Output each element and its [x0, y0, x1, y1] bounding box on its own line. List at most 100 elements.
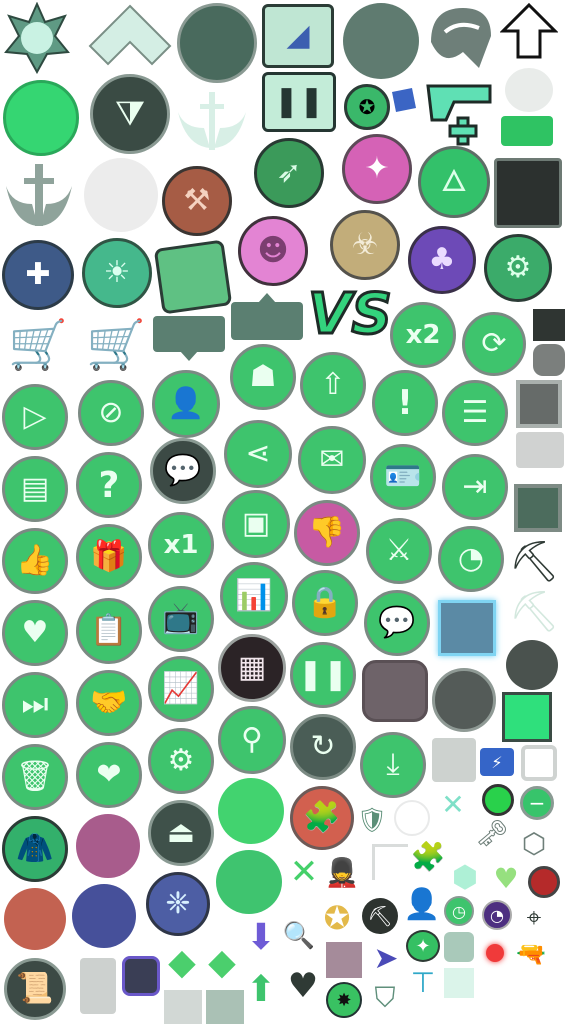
chat-button[interactable]: 💬 [150, 438, 216, 504]
round-button-gray[interactable] [432, 668, 496, 732]
download-button[interactable]: ⤓ [360, 732, 426, 798]
crossed-swords-button[interactable]: ⚔ [366, 518, 432, 584]
round-button-magenta[interactable] [76, 814, 140, 878]
heart-share-button[interactable]: ❤ [76, 742, 142, 808]
thumb-up-button[interactable]: 👍 [2, 528, 68, 594]
round-button-dark[interactable] [177, 3, 257, 83]
tree-button[interactable]: ♣ [408, 226, 476, 294]
grid-button[interactable]: ▦ [218, 634, 286, 702]
exclamation-button[interactable]: ! [372, 370, 438, 436]
bow-button[interactable]: ➶ [254, 138, 324, 208]
cart-star-outline-icon[interactable]: 🛒 [80, 312, 152, 376]
share-button[interactable]: ⋖ [224, 420, 292, 488]
restart-icon: ↻ [310, 729, 336, 764]
shield-badge-button[interactable]: ✸ [326, 982, 362, 1018]
star-shield-icon: ⛉ [374, 981, 396, 1014]
green-frame-square[interactable] [514, 484, 562, 532]
mech-arm-button[interactable]: ⚒ [162, 166, 232, 236]
clipboard-button[interactable]: 📋 [76, 598, 142, 664]
chat-green-button[interactable]: 💬 [364, 590, 430, 656]
x1-button[interactable]: x1 [148, 512, 214, 578]
scroll-info-button[interactable]: 📜 [4, 958, 66, 1020]
indigo-frame[interactable] [122, 956, 160, 996]
crossed-x-icon: ✕ [441, 787, 465, 821]
bow-icon: ➶ [276, 155, 302, 190]
heal-wings-button[interactable]: ✚ [2, 240, 74, 310]
bright-green-square[interactable] [502, 692, 552, 742]
hammer-totem-button[interactable]: ⚙ [484, 234, 552, 302]
gift-button[interactable]: 🎁 [76, 524, 142, 590]
play-button[interactable]: ▷ [2, 384, 68, 450]
selection-frame[interactable] [438, 600, 496, 656]
magic-star-button[interactable]: ✦ [342, 134, 412, 204]
skip-button[interactable]: ⏭ [2, 672, 68, 738]
round-button-indigo[interactable] [72, 884, 136, 948]
upgrade-button[interactable]: ⇧ [300, 352, 366, 418]
list-button[interactable]: ☰ [442, 380, 508, 446]
line-chart-icon: 📈 [162, 671, 200, 706]
x2-button[interactable]: x2 [390, 302, 456, 368]
rank-chevron-icon [88, 4, 172, 66]
bar-chart-button[interactable]: 📊 [220, 562, 288, 630]
exit-button[interactable]: ⇥ [442, 454, 508, 520]
sun-gear-button[interactable]: ☀ [82, 238, 152, 308]
pickaxe-button[interactable]: ⛏ [362, 898, 398, 934]
jacket-button[interactable]: 🧥 [2, 816, 68, 882]
filter-button[interactable]: ⧩ [90, 74, 170, 154]
heart-button[interactable]: ♥ [2, 600, 68, 666]
thumb-down-button[interactable]: 👎 [294, 500, 360, 566]
refresh-button[interactable]: ⟳ [462, 312, 526, 376]
arrow-up-icon[interactable] [500, 2, 558, 60]
block-button[interactable]: ⊘ [78, 380, 144, 446]
round-button-salmon[interactable] [4, 888, 66, 950]
up-arrow-icon[interactable]: ⬆ [246, 966, 276, 1012]
round-button-dark-2[interactable] [343, 3, 419, 79]
person-plus-button[interactable]: 👤 [152, 370, 220, 438]
bar-chart-icon: 📊 [235, 578, 273, 613]
green-dot-button[interactable] [482, 784, 514, 816]
down-arrow-icon[interactable]: ⬇ [246, 916, 276, 958]
mail-icon: ✉ [319, 442, 345, 477]
round-button-bright[interactable] [3, 80, 79, 156]
white-frame-square[interactable] [521, 745, 557, 781]
round-button-green-1[interactable] [218, 778, 284, 844]
gun-plus-icon [424, 76, 496, 146]
question-button[interactable]: ? [76, 452, 142, 518]
cart-star-icon[interactable]: 🛒 [2, 312, 74, 376]
puzzle-button[interactable]: 🧩 [290, 786, 354, 850]
round-button-light[interactable] [84, 158, 158, 232]
gray-frame-square[interactable] [516, 380, 562, 428]
red-record-button[interactable] [528, 866, 560, 898]
muscle-button[interactable]: ☗ [230, 344, 296, 410]
chest-button[interactable]: ▣ [222, 490, 290, 558]
restart-button[interactable]: ↻ [290, 714, 356, 780]
book-button[interactable]: ▤ [2, 456, 68, 522]
stopwatch-button[interactable]: ◷ [444, 896, 474, 926]
mail-button[interactable]: ✉ [298, 426, 366, 494]
handshake-button[interactable]: 🤝 [76, 670, 142, 736]
biohazard-button[interactable]: ☣ [330, 210, 400, 280]
dark-square-button[interactable] [494, 158, 562, 228]
demon-button[interactable]: ☻ [238, 216, 308, 286]
line-chart-button[interactable]: 📈 [148, 656, 214, 722]
fire-button[interactable]: 🜂 [418, 146, 490, 218]
pause-button[interactable]: ❚❚ [290, 642, 356, 708]
lock-button[interactable]: 🔒 [292, 570, 358, 636]
minus-button[interactable]: − [520, 786, 554, 820]
handshake-icon: 🤝 [90, 685, 128, 720]
gear-button[interactable]: ⚙ [148, 728, 214, 794]
tv-button[interactable]: 📺 [148, 586, 214, 652]
eject-button[interactable]: ⏏ [148, 800, 214, 866]
round-button-charcoal[interactable] [506, 640, 558, 690]
trash-button[interactable]: 🗑 [2, 744, 68, 810]
pie-chart-button[interactable]: ◔ [438, 526, 504, 592]
stance-button[interactable]: ⚲ [218, 706, 286, 774]
clock-dark-button[interactable]: ◔ [482, 900, 512, 930]
magnifier-icon[interactable]: 🔍 [282, 916, 316, 956]
rounded-square-purple[interactable] [362, 660, 428, 722]
crystal-crown-button[interactable]: ❈ [146, 872, 210, 936]
chat-bubble-green[interactable] [501, 116, 553, 146]
round-button-green-2[interactable] [216, 850, 282, 914]
id-card-button[interactable]: 🪪 [370, 444, 436, 510]
crosshair-icon[interactable]: ⌖ [518, 902, 550, 934]
